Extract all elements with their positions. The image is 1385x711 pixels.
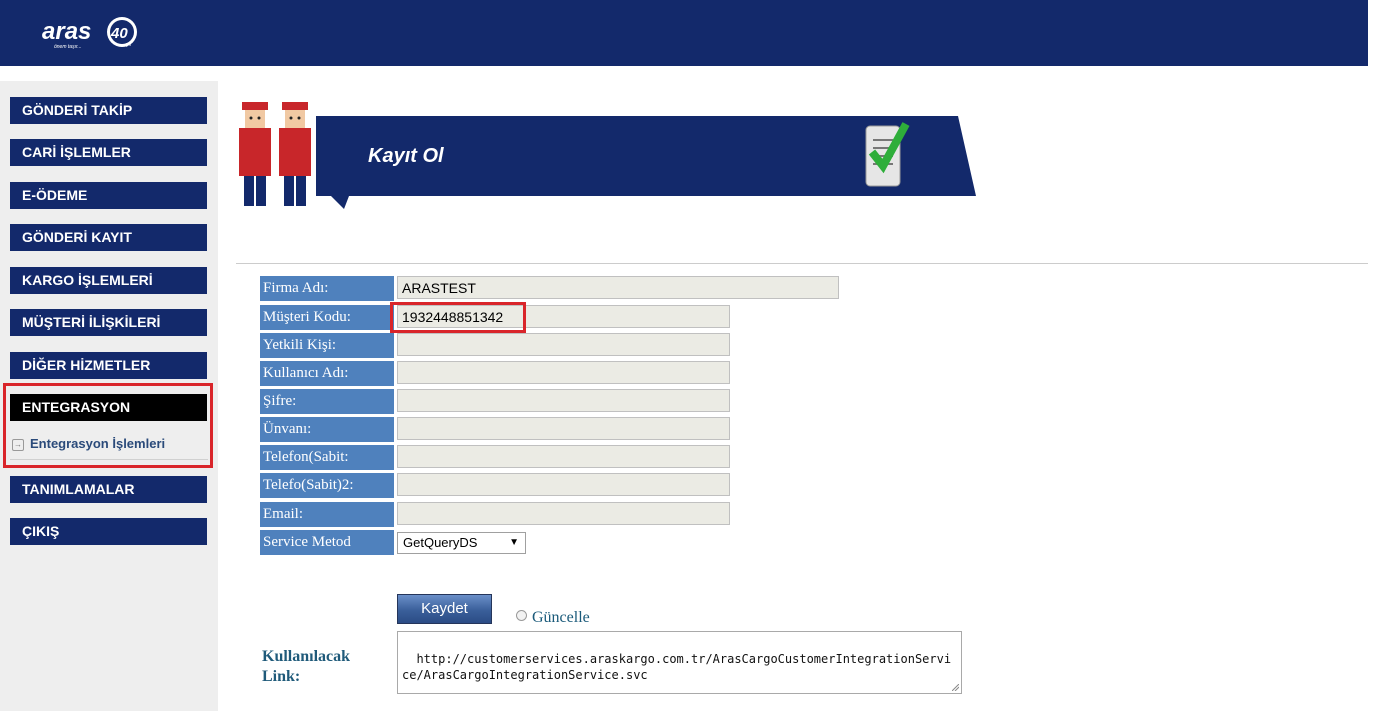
telefon-field[interactable]: [397, 445, 730, 468]
sifre-field[interactable]: [397, 389, 730, 412]
email-label: Email:: [260, 502, 394, 527]
divider-line: [236, 263, 1368, 264]
nav-kargo-islemleri[interactable]: KARGO İŞLEMLERİ: [10, 267, 207, 294]
kullanici-adi-field[interactable]: [397, 361, 730, 384]
page-title: Kayıt Ol: [368, 145, 444, 167]
aras-logo[interactable]: aras 40 yıl önem taşır...: [40, 12, 140, 52]
kullanici-adi-label: Kullanıcı Adı:: [260, 361, 394, 386]
highlight-box-entegrasyon: [3, 383, 213, 468]
mascot-figure-icon: [239, 102, 271, 206]
save-button[interactable]: Kaydet: [397, 594, 492, 624]
link-textarea[interactable]: http://customerservices.araskargo.com.tr…: [397, 631, 962, 694]
logo-sub: yıl: [126, 42, 131, 48]
nav-diger-hizmetler[interactable]: DİĞER HİZMETLER: [10, 352, 207, 379]
firma-adi-label: Firma Adı:: [260, 276, 394, 301]
checklist-phone-icon: [865, 122, 910, 187]
link-value: http://customerservices.araskargo.com.tr…: [402, 652, 952, 682]
nav-cari-islemler[interactable]: CARİ İŞLEMLER: [10, 139, 207, 166]
update-radio[interactable]: [516, 610, 527, 621]
service-metod-label: Service Metod: [260, 530, 394, 555]
yetkili-kisi-field[interactable]: [397, 333, 730, 356]
nav-gonderi-takip[interactable]: GÖNDERİ TAKİP: [10, 97, 207, 124]
firma-adi-field[interactable]: ARASTEST: [397, 276, 839, 299]
telefon-label: Telefon(Sabit:: [260, 445, 394, 470]
resize-handle-icon[interactable]: [952, 684, 959, 691]
page-banner: Kayıt Ol: [236, 96, 976, 216]
nav-e-odeme[interactable]: E-ÖDEME: [10, 182, 207, 209]
chevron-down-icon: ▼: [509, 537, 519, 548]
logo-badge: 40: [110, 25, 128, 42]
telefon2-field[interactable]: [397, 473, 730, 496]
top-header-bar: aras 40 yıl önem taşır...: [0, 0, 1368, 66]
highlight-box-musteri-kodu: [390, 302, 526, 333]
sifre-label: Şifre:: [260, 389, 394, 414]
link-label: Kullanılacak Link:: [262, 648, 351, 685]
update-radio-label: Güncelle: [532, 609, 590, 626]
logo-tagline: önem taşır...: [54, 44, 82, 50]
musteri-kodu-label: Müşteri Kodu:: [260, 305, 394, 330]
nav-musteri-iliskileri[interactable]: MÜŞTERİ İLİŞKİLERİ: [10, 309, 207, 336]
mascot-figure-icon: [279, 102, 311, 206]
nav-tanimlamalar[interactable]: TANIMLAMALAR: [10, 476, 207, 503]
unvani-field[interactable]: [397, 417, 730, 440]
yetkili-kisi-label: Yetkili Kişi:: [260, 333, 394, 358]
email-field[interactable]: [397, 502, 730, 525]
telefon2-label: Telefo(Sabit)2:: [260, 473, 394, 498]
service-metod-select[interactable]: GetQueryDS ▼: [397, 532, 526, 554]
nav-gonderi-kayit[interactable]: GÖNDERİ KAYIT: [10, 224, 207, 251]
service-metod-value: GetQueryDS: [403, 535, 478, 550]
nav-cikis[interactable]: ÇIKIŞ: [10, 518, 207, 545]
logo-text: aras: [42, 18, 91, 45]
unvani-label: Ünvanı:: [260, 417, 394, 442]
